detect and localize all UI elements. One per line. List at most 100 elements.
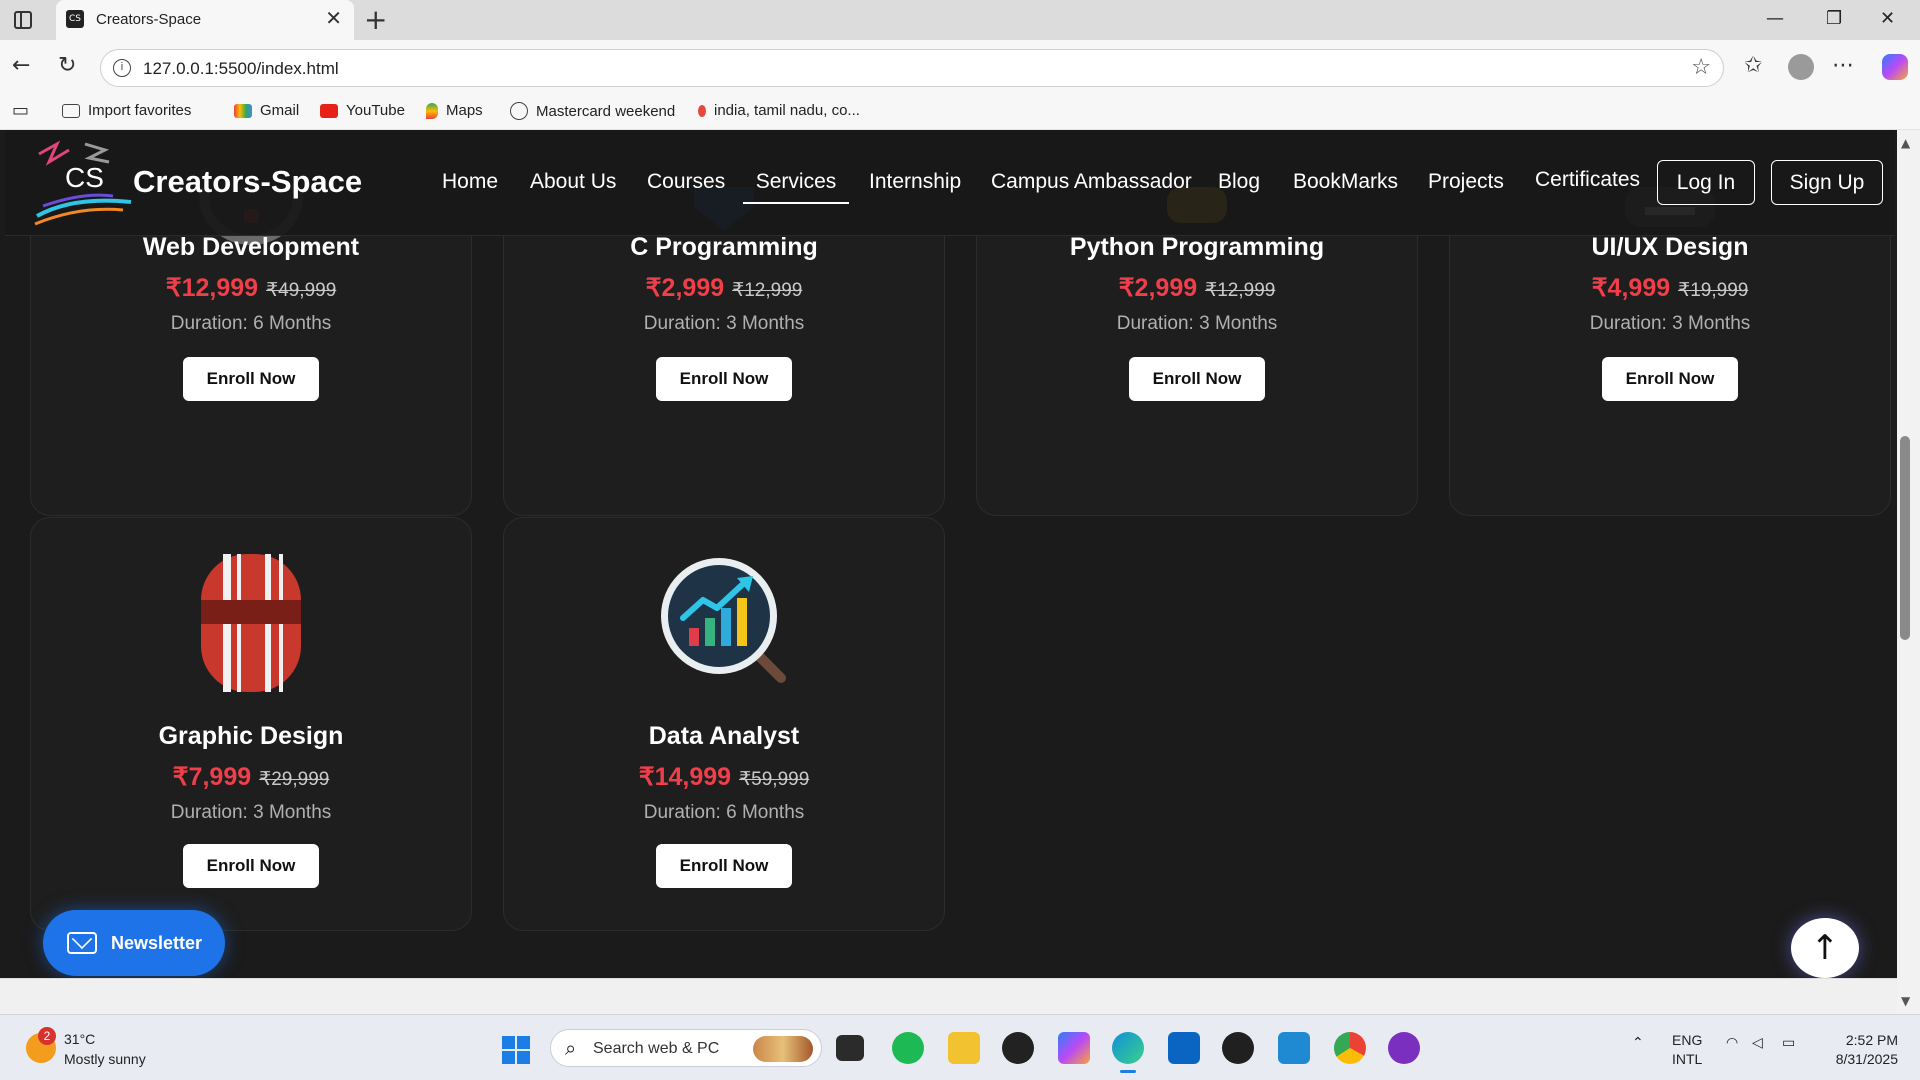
- weather-temperature[interactable]: 31°C: [64, 1031, 95, 1047]
- globe-icon: [510, 102, 528, 120]
- minimize-icon[interactable]: —: [1766, 8, 1784, 29]
- dell-icon[interactable]: [1002, 1032, 1034, 1064]
- price-current: ₹12,999: [165, 274, 259, 302]
- nav-courses[interactable]: Courses: [647, 170, 725, 194]
- chrome-icon[interactable]: [1334, 1032, 1366, 1064]
- tray-overflow-icon[interactable]: ⌃: [1632, 1035, 1644, 1051]
- favorite-label: Mastercard weekend: [536, 102, 676, 120]
- new-tab-icon[interactable]: +: [364, 3, 387, 36]
- scroll-up-icon[interactable]: ▲: [1901, 136, 1910, 150]
- nav-internship[interactable]: Internship: [869, 170, 961, 194]
- enroll-button[interactable]: Enroll Now: [1602, 357, 1738, 401]
- site-header: CS Creators-Space Home About Us Courses …: [5, 130, 1895, 236]
- back-icon[interactable]: ←: [12, 54, 30, 78]
- tab-close-icon[interactable]: ✕: [325, 8, 342, 28]
- course-price: ₹12,999 ₹49,999: [31, 273, 471, 303]
- enroll-button[interactable]: Enroll Now: [1129, 357, 1265, 401]
- taskbar-search[interactable]: ⌕ Search web & PC: [550, 1029, 822, 1067]
- back-to-top-button[interactable]: ↑: [1791, 918, 1859, 978]
- favorite-mastercard[interactable]: Mastercard weekend: [510, 102, 675, 120]
- weather-description[interactable]: Mostly sunny: [64, 1051, 146, 1067]
- price-current: ₹7,999: [172, 763, 252, 791]
- nav-home[interactable]: Home: [442, 170, 498, 194]
- nav-bookmarks[interactable]: BookMarks: [1293, 170, 1398, 194]
- nav-blog[interactable]: Blog: [1218, 170, 1260, 194]
- favorites-icon[interactable]: ✩: [1744, 53, 1762, 79]
- youtube-icon: [320, 103, 338, 118]
- scroll-down-icon[interactable]: ▼: [1901, 994, 1910, 1008]
- folder-icon: [62, 103, 80, 118]
- nav-about-us[interactable]: About Us: [530, 170, 616, 194]
- favorite-gmail[interactable]: Gmail: [234, 102, 299, 119]
- browser-tab[interactable]: CS Creators-Space ✕: [56, 0, 354, 40]
- favorite-import[interactable]: Import favorites: [62, 102, 191, 119]
- profile-avatar[interactable]: [1788, 54, 1814, 80]
- course-price: ₹14,999 ₹59,999: [504, 762, 944, 792]
- spotify-icon[interactable]: [892, 1032, 924, 1064]
- nav-certificates[interactable]: Certificates: [1535, 168, 1640, 192]
- search-icon: ⌕: [565, 1036, 577, 1060]
- enroll-button[interactable]: Enroll Now: [656, 357, 792, 401]
- battery-icon[interactable]: ▭: [1782, 1035, 1795, 1051]
- copilot-app-icon[interactable]: [1058, 1032, 1090, 1064]
- price-original: ₹49,999: [266, 280, 337, 301]
- outlook-icon[interactable]: [1168, 1032, 1200, 1064]
- copilot-icon[interactable]: [1882, 54, 1908, 80]
- enroll-button[interactable]: Enroll Now: [183, 357, 319, 401]
- task-view-icon[interactable]: [836, 1035, 864, 1061]
- clock-date: 8/31/2025: [1835, 1051, 1898, 1067]
- url-text[interactable]: 127.0.0.1:5500/index.html: [143, 59, 339, 79]
- favorite-maps[interactable]: Maps: [426, 102, 483, 119]
- price-current: ₹2,999: [645, 274, 725, 302]
- newsletter-button[interactable]: Newsletter: [43, 910, 225, 976]
- mail-icon: [67, 932, 97, 954]
- price-original: ₹19,999: [1678, 280, 1749, 301]
- favorite-star-icon[interactable]: ☆: [1691, 55, 1711, 80]
- course-price: ₹2,999 ₹12,999: [504, 273, 944, 303]
- course-card-data-analyst: Data Analyst ₹14,999 ₹59,999 Duration: 6 …: [503, 517, 945, 931]
- course-duration: Duration: 3 Months: [170, 802, 332, 823]
- reading-list-icon[interactable]: ▭: [12, 98, 29, 124]
- volume-icon[interactable]: ◁: [1752, 1035, 1763, 1051]
- github-desktop-icon[interactable]: [1388, 1032, 1420, 1064]
- signup-button[interactable]: Sign Up: [1771, 160, 1883, 205]
- restore-icon[interactable]: ❐: [1826, 8, 1842, 29]
- nav-campus-ambassador[interactable]: Campus Ambassador: [991, 170, 1192, 194]
- file-explorer-icon[interactable]: [948, 1032, 980, 1064]
- course-title: Data Analyst: [648, 722, 800, 750]
- media-player-icon[interactable]: [1222, 1032, 1254, 1064]
- search-highlight-image: [753, 1036, 813, 1062]
- url-field[interactable]: i 127.0.0.1:5500/index.html ☆: [100, 49, 1724, 87]
- input-language[interactable]: ENG INTL: [1672, 1031, 1702, 1069]
- window-close-icon[interactable]: ✕: [1880, 8, 1895, 29]
- favorite-youtube[interactable]: YouTube: [320, 102, 405, 119]
- more-menu-icon[interactable]: ⋯: [1832, 53, 1854, 79]
- price-original: ₹59,999: [739, 769, 810, 790]
- favorite-location[interactable]: india, tamil nadu, co...: [698, 102, 860, 119]
- reload-icon[interactable]: ↻: [58, 54, 76, 78]
- scrollbar-thumb[interactable]: [1900, 436, 1910, 640]
- course-title: UI/UX Design: [1591, 233, 1749, 261]
- weather-badge: 2: [38, 1027, 56, 1045]
- nav-projects[interactable]: Projects: [1428, 170, 1504, 194]
- start-button[interactable]: [502, 1036, 530, 1064]
- enroll-button[interactable]: Enroll Now: [183, 844, 319, 888]
- nav-services[interactable]: Services: [743, 170, 849, 204]
- course-title: C Programming: [630, 233, 818, 261]
- favorite-label: Gmail: [260, 102, 300, 119]
- edge-icon[interactable]: [1112, 1032, 1144, 1073]
- tab-actions-icon[interactable]: [14, 11, 32, 29]
- graphic-design-image: [201, 554, 301, 692]
- site-favicon-icon: CS: [66, 10, 84, 28]
- data-analyst-image: [661, 558, 786, 683]
- page-bottom-strip: [0, 978, 1897, 1014]
- login-button[interactable]: Log In: [1657, 160, 1755, 205]
- wifi-icon[interactable]: ◠: [1726, 1035, 1738, 1051]
- brand-name[interactable]: Creators-Space: [133, 164, 362, 200]
- course-title: Web Development: [142, 233, 360, 261]
- enroll-button[interactable]: Enroll Now: [656, 844, 792, 888]
- clock-time: 2:52 PM: [1845, 1032, 1898, 1048]
- system-clock[interactable]: 2:52 PM 8/31/2025: [1818, 1031, 1898, 1069]
- vscode-icon[interactable]: [1278, 1032, 1310, 1064]
- site-info-icon[interactable]: i: [113, 59, 131, 77]
